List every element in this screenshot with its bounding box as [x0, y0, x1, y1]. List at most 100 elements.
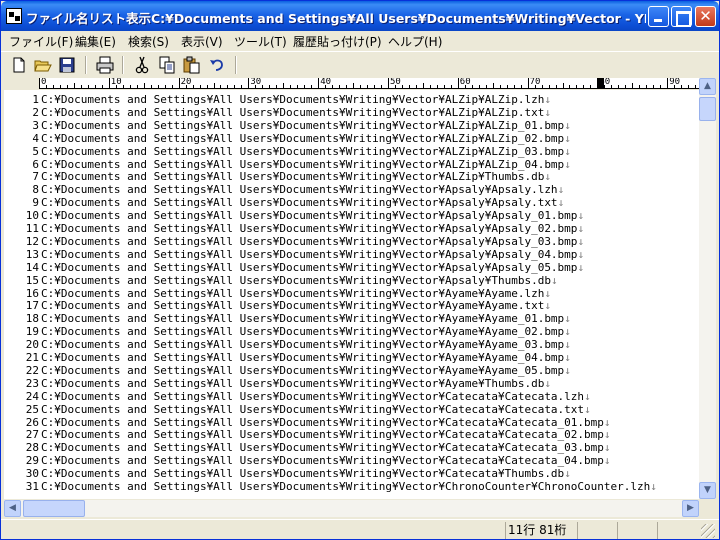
line-text: C:¥Documents and Settings¥All Users¥Docu… — [41, 467, 565, 481]
toolbar-separator — [235, 56, 237, 74]
text-line[interactable]: C:¥Documents and Settings¥All Users¥Docu… — [41, 467, 571, 480]
ruler-tick — [590, 85, 592, 88]
copy-icon[interactable] — [157, 55, 177, 75]
text-line[interactable]: C:¥Documents and Settings¥All Users¥Docu… — [41, 416, 611, 429]
scroll-up-button[interactable]: ▲ — [699, 78, 716, 95]
ruler-tick — [136, 85, 138, 88]
text-line[interactable]: C:¥Documents and Settings¥All Users¥Docu… — [41, 274, 558, 287]
arrow-left-icon: ◀ — [9, 503, 16, 513]
ruler-tick — [499, 85, 501, 88]
text-line[interactable]: C:¥Documents and Settings¥All Users¥Docu… — [41, 158, 571, 171]
menu-search[interactable]: 検索(S) — [128, 33, 169, 50]
ruler-label: 70 — [529, 78, 541, 87]
ruler-tick — [520, 85, 522, 88]
text-line[interactable]: C:¥Documents and Settings¥All Users¥Docu… — [41, 106, 551, 119]
horizontal-scrollbar[interactable]: ◀ ▶ — [4, 500, 699, 517]
line-number: 4 — [32, 131, 39, 145]
text-line[interactable]: C:¥Documents and Settings¥All Users¥Docu… — [41, 325, 571, 338]
undo-icon[interactable] — [207, 55, 227, 75]
text-line[interactable]: C:¥Documents and Settings¥All Users¥Docu… — [41, 403, 591, 416]
text-line[interactable]: C:¥Documents and Settings¥All Users¥Docu… — [41, 209, 584, 222]
ruler-tick — [541, 85, 543, 88]
print-icon[interactable] — [95, 55, 115, 75]
line-number: 10 — [25, 209, 39, 223]
scroll-down-button[interactable]: ▼ — [699, 482, 716, 499]
menu-tools[interactable]: ツール(T) — [234, 33, 287, 50]
ruler-tick — [39, 78, 40, 88]
text-line[interactable]: C:¥Documents and Settings¥All Users¥Docu… — [41, 222, 584, 235]
vertical-scrollbar[interactable]: ▲ ▼ — [699, 78, 716, 499]
ruler-tick — [443, 85, 445, 88]
text-line[interactable]: C:¥Documents and Settings¥All Users¥Docu… — [41, 119, 571, 132]
ruler-tick — [66, 85, 68, 88]
ruler-tick — [646, 85, 648, 88]
ruler-tick — [360, 85, 362, 88]
text-line[interactable]: C:¥Documents and Settings¥All Users¥Docu… — [41, 312, 571, 325]
menu-file[interactable]: ファイル(F) — [9, 33, 73, 50]
text-line[interactable]: C:¥Documents and Settings¥All Users¥Docu… — [41, 145, 571, 158]
eol-mark: ↓ — [577, 247, 585, 261]
text-line[interactable]: C:¥Documents and Settings¥All Users¥Docu… — [41, 338, 571, 351]
text-line[interactable]: C:¥Documents and Settings¥All Users¥Docu… — [41, 248, 584, 261]
menu-help[interactable]: ヘルプ(H) — [388, 33, 442, 50]
text-line[interactable]: C:¥Documents and Settings¥All Users¥Docu… — [41, 364, 571, 377]
text-line[interactable]: C:¥Documents and Settings¥All Users¥Docu… — [41, 93, 551, 106]
save-icon[interactable] — [57, 55, 77, 75]
menu-history-paste[interactable]: 履歴貼っ付け(P) — [293, 33, 382, 50]
ruler-tick — [492, 83, 494, 88]
ruler-label: 90 — [669, 78, 681, 87]
column-ruler: 0 10 20 30 40 50 60 70 80 90 — [39, 78, 699, 89]
text-line[interactable]: C:¥Documents and Settings¥All Users¥Docu… — [41, 377, 551, 390]
text-line[interactable]: C:¥Documents and Settings¥All Users¥Docu… — [41, 261, 584, 274]
text-line[interactable]: C:¥Documents and Settings¥All Users¥Docu… — [41, 351, 571, 364]
menu-edit[interactable]: 編集(E) — [75, 33, 116, 50]
open-folder-icon[interactable] — [33, 55, 53, 75]
line-text: C:¥Documents and Settings¥All Users¥Docu… — [41, 389, 585, 403]
scroll-left-button[interactable]: ◀ — [4, 500, 21, 517]
line-text: C:¥Documents and Settings¥All Users¥Docu… — [41, 260, 578, 274]
text-line[interactable]: C:¥Documents and Settings¥All Users¥Docu… — [41, 170, 551, 183]
eol-mark: ↓ — [603, 428, 611, 442]
text-line[interactable]: C:¥Documents and Settings¥All Users¥Docu… — [41, 287, 551, 300]
text-line[interactable]: C:¥Documents and Settings¥All Users¥Docu… — [41, 183, 564, 196]
text-editor[interactable]: 1 2 3 4 5 6 7 8 9 10 11 12 13 14 15 16 17 18 19 20 21 22 23 24 2… — [4, 90, 699, 499]
ruler-tick — [583, 85, 585, 88]
text-line[interactable]: C:¥Documents and Settings¥All Users¥Docu… — [41, 454, 611, 467]
ruler-tick — [625, 85, 627, 88]
close-button[interactable]: ✕ — [695, 6, 716, 27]
ruler-tick — [346, 85, 348, 88]
ruler-tick — [248, 78, 250, 88]
eol-mark: ↓ — [564, 351, 571, 364]
cut-icon[interactable] — [132, 55, 152, 75]
app-icon[interactable] — [6, 8, 22, 24]
ruler-tick — [653, 85, 655, 88]
line-number: 5 — [32, 144, 39, 158]
maximize-button[interactable] — [671, 6, 692, 27]
text-line[interactable]: C:¥Documents and Settings¥All Users¥Docu… — [41, 428, 611, 441]
line-number: 12 — [25, 234, 39, 248]
ruler-label: 10 — [110, 78, 122, 87]
text-line[interactable]: C:¥Documents and Settings¥All Users¥Docu… — [41, 132, 571, 145]
minimize-button[interactable] — [648, 6, 669, 27]
text-line[interactable]: C:¥Documents and Settings¥All Users¥Docu… — [41, 235, 584, 248]
text-line[interactable]: C:¥Documents and Settings¥All Users¥Docu… — [41, 390, 591, 403]
text-line[interactable]: C:¥Documents and Settings¥All Users¥Docu… — [41, 196, 564, 209]
text-line[interactable]: C:¥Documents and Settings¥All Users¥Docu… — [41, 441, 611, 454]
title-bar[interactable]: ファイル名リスト表示C:¥Documents and Settings¥All … — [1, 1, 719, 31]
new-file-icon[interactable] — [9, 55, 29, 75]
ruler-tick — [283, 83, 285, 88]
menu-view[interactable]: 表示(V) — [181, 33, 223, 50]
scroll-right-button[interactable]: ▶ — [682, 500, 699, 517]
text-line[interactable]: C:¥Documents and Settings¥All Users¥Docu… — [41, 480, 657, 493]
ruler-tick — [353, 83, 355, 88]
horizontal-scroll-thumb[interactable] — [23, 500, 85, 517]
line-number: 20 — [25, 338, 39, 352]
paste-icon[interactable] — [182, 55, 202, 75]
line-text: C:¥Documents and Settings¥All Users¥Docu… — [41, 480, 651, 493]
vertical-scroll-thumb[interactable] — [699, 97, 716, 121]
ruler-tick — [157, 85, 159, 88]
ruler-tick — [415, 85, 417, 88]
text-line[interactable]: C:¥Documents and Settings¥All Users¥Docu… — [41, 299, 551, 312]
line-text: C:¥Documents and Settings¥All Users¥Docu… — [41, 299, 545, 313]
resize-grip[interactable] — [701, 524, 715, 538]
